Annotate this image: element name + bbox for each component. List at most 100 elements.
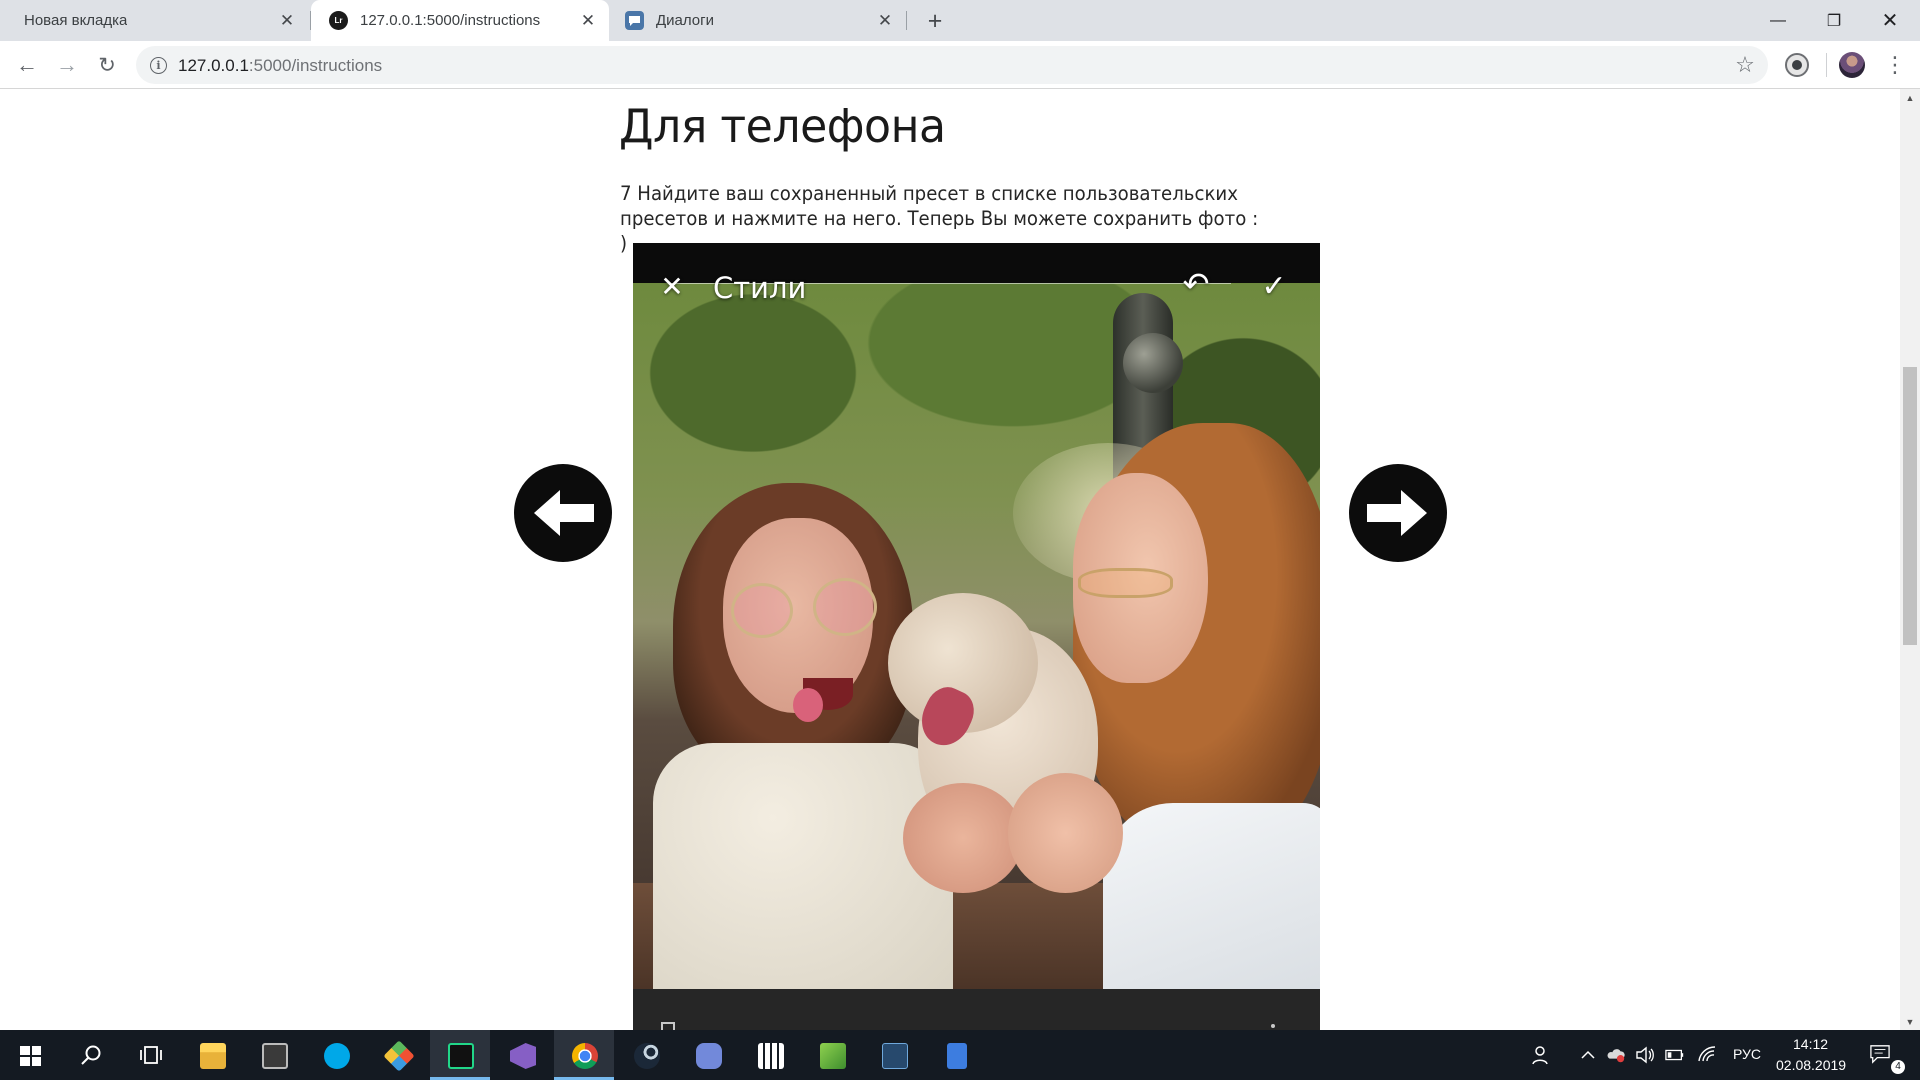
windows-logo-icon xyxy=(20,1046,41,1066)
taskbar-calculator[interactable] xyxy=(740,1030,800,1080)
tab-separator xyxy=(906,11,907,30)
taskbar-discord[interactable] xyxy=(678,1030,738,1080)
panel-dot-icon xyxy=(1271,1024,1275,1028)
scroll-up-arrow-icon[interactable]: ▲ xyxy=(1900,89,1920,106)
battery-icon[interactable] xyxy=(1665,1045,1685,1065)
extension-icon[interactable] xyxy=(1785,53,1809,77)
back-button[interactable]: ← xyxy=(12,50,42,80)
left-girl-glasses-lens xyxy=(731,583,793,638)
tab-close-icon[interactable]: ✕ xyxy=(278,11,296,30)
panel-icon xyxy=(661,1022,675,1030)
notification-count-badge: 4 xyxy=(1891,1060,1905,1074)
left-girl-glasses-lens xyxy=(813,578,877,636)
pycharm-icon xyxy=(448,1043,474,1069)
tab-close-icon[interactable]: ✕ xyxy=(579,11,597,30)
tab-title: Новая вкладка xyxy=(24,12,128,29)
photo-two-girls-with-dog xyxy=(633,283,1320,989)
reload-button[interactable]: ↻ xyxy=(92,50,122,80)
previous-slide-button[interactable] xyxy=(514,464,612,562)
right-girl-glasses xyxy=(1078,568,1173,598)
task-view-icon xyxy=(140,1046,162,1064)
app-title: Стили xyxy=(713,271,807,305)
start-button[interactable] xyxy=(0,1030,60,1080)
browser-tab-strip: Новая вкладка ✕ Lr 127.0.0.1:5000/instru… xyxy=(0,0,1920,41)
taskbar-app[interactable] xyxy=(864,1030,924,1080)
wifi-icon[interactable] xyxy=(1697,1045,1717,1065)
onedrive-icon[interactable] xyxy=(1606,1045,1626,1065)
hand xyxy=(903,783,1023,893)
windows-taskbar: РУС 14:12 02.08.2019 4 xyxy=(0,1030,1920,1080)
url-text[interactable]: 127.0.0.1:5000/instructions xyxy=(178,56,382,76)
folder-icon xyxy=(200,1043,226,1069)
taskbar-skype[interactable] xyxy=(306,1030,366,1080)
site-info-icon[interactable]: i xyxy=(150,57,167,74)
app-close-icon: ✕ xyxy=(660,270,684,302)
show-hidden-icons-icon[interactable] xyxy=(1578,1045,1598,1065)
tab-dialogs[interactable]: Диалоги ✕ xyxy=(611,0,906,41)
notepad-plus-plus-icon xyxy=(820,1043,846,1069)
steam-icon xyxy=(634,1043,660,1069)
taskbar-steam[interactable] xyxy=(616,1030,676,1080)
taskbar-notepad-plus-plus[interactable] xyxy=(802,1030,862,1080)
tab-new-tab[interactable]: Новая вкладка ✕ xyxy=(0,0,308,41)
bookmark-star-icon[interactable]: ☆ xyxy=(1732,52,1758,78)
window-maximize-button[interactable]: ❐ xyxy=(1806,0,1862,41)
visual-studio-icon xyxy=(510,1043,536,1069)
language-indicator[interactable]: РУС xyxy=(1733,1046,1761,1062)
app-icon xyxy=(882,1043,908,1069)
chat-favicon-icon xyxy=(625,11,644,30)
left-girl-tongue xyxy=(793,688,823,722)
taskbar-file-explorer[interactable] xyxy=(182,1030,242,1080)
discord-icon xyxy=(696,1043,722,1069)
hand xyxy=(1008,773,1123,893)
clock-time[interactable]: 14:12 xyxy=(1793,1036,1828,1052)
window-minimize-button[interactable]: — xyxy=(1750,0,1806,41)
taskbar-docs[interactable] xyxy=(926,1030,986,1080)
page-scrollbar[interactable]: ▲ ▼ xyxy=(1900,89,1920,1030)
chrome-icon xyxy=(572,1043,598,1069)
tab-title: Диалоги xyxy=(656,12,714,29)
app-top-bar: ✕ Стили ↶ ✓ xyxy=(633,243,1320,321)
browser-toolbar: ← → ↻ i 127.0.0.1:5000/instructions ☆ ⋮ xyxy=(0,41,1920,89)
notion-icon xyxy=(262,1043,288,1069)
taskbar-visual-studio[interactable] xyxy=(492,1030,552,1080)
calculator-icon xyxy=(758,1043,784,1069)
browser-menu-button[interactable]: ⋮ xyxy=(1880,50,1910,80)
tab-instructions[interactable]: Lr 127.0.0.1:5000/instructions ✕ xyxy=(311,0,609,41)
scroll-thumb[interactable] xyxy=(1903,367,1917,645)
git-icon xyxy=(383,1040,415,1072)
right-girl-shirt xyxy=(1103,803,1320,989)
scroll-down-arrow-icon[interactable]: ▼ xyxy=(1900,1013,1920,1030)
tab-close-icon[interactable]: ✕ xyxy=(876,11,894,30)
lamp-ball xyxy=(1123,333,1183,393)
clock-date[interactable]: 02.08.2019 xyxy=(1776,1057,1846,1073)
taskbar-search-button[interactable] xyxy=(60,1030,120,1080)
taskbar-chrome[interactable] xyxy=(554,1030,614,1080)
profile-avatar[interactable] xyxy=(1839,52,1865,78)
app-undo-icon: ↶ xyxy=(1182,266,1210,302)
task-view-button[interactable] xyxy=(120,1030,180,1080)
url-host: 127.0.0.1 xyxy=(178,56,249,75)
next-slide-button[interactable] xyxy=(1349,464,1447,562)
docs-icon xyxy=(947,1043,967,1069)
people-icon[interactable] xyxy=(1532,1045,1552,1065)
new-tab-button[interactable]: + xyxy=(922,7,948,35)
taskbar-git[interactable] xyxy=(368,1030,428,1080)
app-screenshot: ✕ Стили ↶ ✓ xyxy=(633,243,1320,1030)
tab-title: 127.0.0.1:5000/instructions xyxy=(360,12,541,29)
url-path: :5000/instructions xyxy=(248,56,383,75)
app-bottom-panel xyxy=(633,989,1320,1030)
toolbar-separator xyxy=(1826,53,1827,77)
address-bar[interactable]: i 127.0.0.1:5000/instructions ☆ xyxy=(136,46,1768,84)
page-heading: Для телефона xyxy=(619,99,946,153)
window-close-button[interactable]: ✕ xyxy=(1862,0,1918,41)
skype-icon xyxy=(324,1043,350,1069)
volume-icon[interactable] xyxy=(1635,1045,1655,1065)
taskbar-pycharm[interactable] xyxy=(430,1030,490,1080)
action-center-icon[interactable] xyxy=(1870,1044,1890,1064)
search-icon xyxy=(81,1045,101,1065)
left-girl-shirt xyxy=(653,743,953,989)
taskbar-notion[interactable] xyxy=(244,1030,304,1080)
forward-button[interactable]: → xyxy=(52,50,82,80)
arrow-left-icon xyxy=(534,490,594,536)
